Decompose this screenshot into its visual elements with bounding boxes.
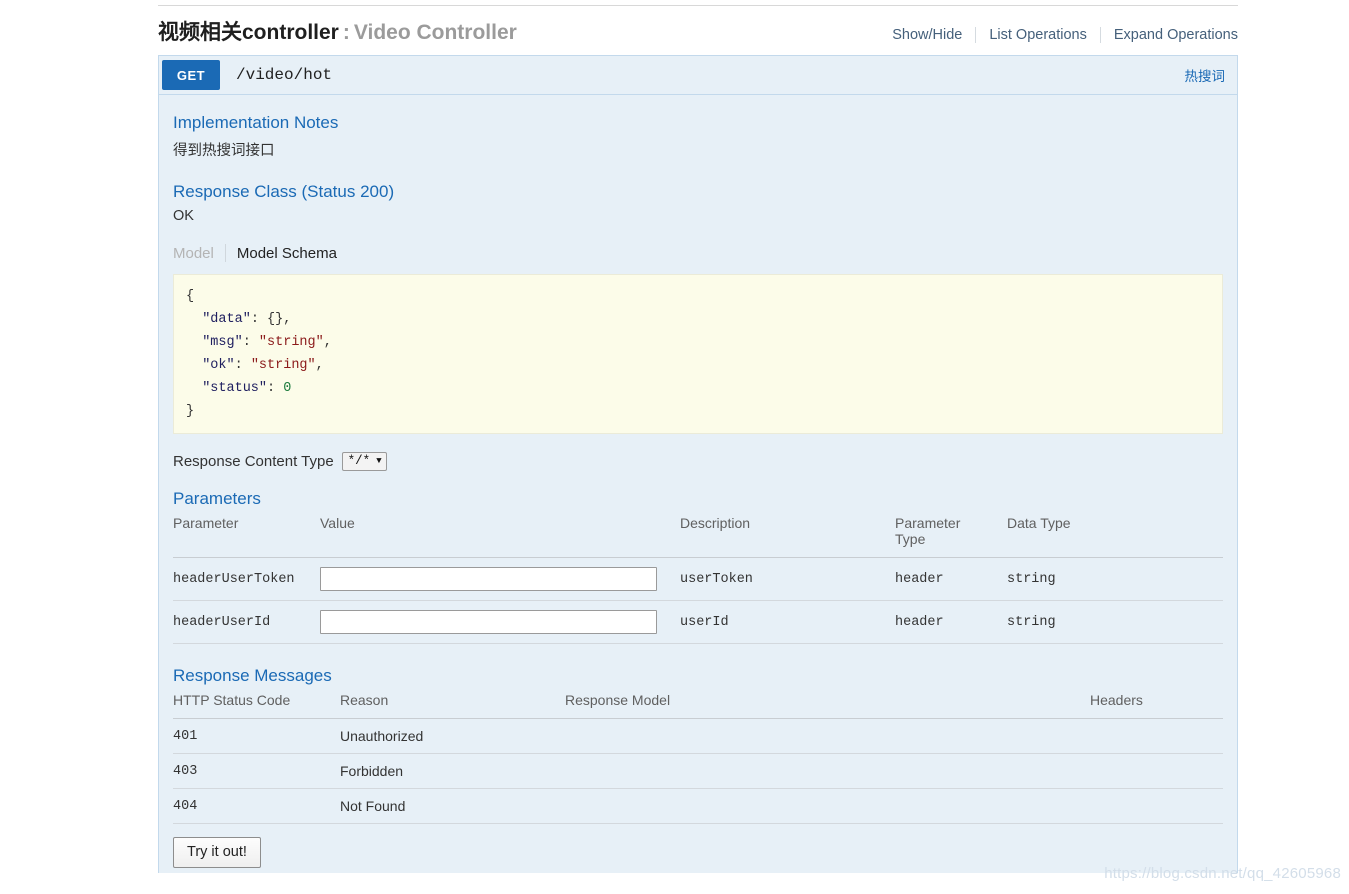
response-model — [565, 753, 1090, 790]
col-header-data-type: Data Type — [1007, 515, 1223, 559]
parameter-name: headerUserToken — [173, 557, 320, 602]
model-tabs: Model Model Schema — [173, 244, 1223, 263]
col-header-parameter-type-line2: Type — [895, 531, 926, 548]
parameters-header-row: Parameter Value Description Parameter Ty… — [173, 515, 1223, 559]
response-reason: Forbidden — [340, 753, 565, 790]
resource-title[interactable]: 视频相关controller: Video Controller — [158, 20, 517, 45]
tab-model[interactable]: Model — [173, 245, 225, 262]
operation-content: Implementation Notes 得到热搜词接口 Response Cl… — [159, 95, 1237, 874]
parameters-table: Parameter Value Description Parameter Ty… — [173, 515, 1223, 645]
response-status-code: 404 — [173, 788, 340, 825]
col-header-description: Description — [680, 515, 895, 559]
table-row: 404 Not Found — [173, 788, 1223, 825]
parameters-table-body: headerUserToken userToken header string head… — [173, 557, 1223, 645]
response-class-status-text: OK — [173, 208, 194, 225]
response-reason: Unauthorized — [340, 718, 565, 755]
model-schema-code-block[interactable]: { "data": {}, "msg": "string", "ok": "st… — [173, 274, 1223, 435]
parameter-data-type: string — [1007, 557, 1223, 602]
col-header-response-model: Response Model — [565, 692, 1090, 720]
try-it-out-button[interactable]: Try it out! — [173, 837, 261, 869]
col-header-reason: Reason — [340, 692, 565, 720]
parameter-value-input[interactable] — [320, 567, 657, 592]
response-class-heading: Response Class (Status 200) — [173, 182, 395, 202]
table-row: headerUserId userId header string — [173, 600, 1223, 645]
resource-title-separator: : — [342, 21, 350, 44]
response-messages-table-head: HTTP Status Code Reason Response Model H… — [173, 692, 1223, 720]
response-headers — [1090, 788, 1223, 825]
list-operations-link[interactable]: List Operations — [976, 27, 1100, 43]
response-content-type-select[interactable]: */* ▼ — [341, 452, 387, 472]
col-header-headers: Headers — [1090, 692, 1223, 720]
table-row: headerUserToken userToken header string — [173, 557, 1223, 602]
resource-tag-name: 视频相关controller — [158, 21, 339, 44]
response-messages-table-body: 401 Unauthorized 403 Forbidden 404 Not Found — [173, 718, 1223, 825]
resource-options: Show/Hide List Operations Expand Operati… — [879, 27, 1238, 43]
show-hide-link[interactable]: Show/Hide — [879, 27, 975, 43]
parameter-value-input[interactable] — [320, 610, 657, 635]
col-header-value: Value — [320, 515, 680, 559]
response-messages-header-row: HTTP Status Code Reason Response Model H… — [173, 692, 1223, 720]
parameters-heading: Parameters — [173, 489, 261, 509]
response-model — [565, 788, 1090, 825]
parameter-value-cell — [320, 557, 680, 602]
http-method-badge[interactable]: GET — [162, 60, 220, 91]
resource-tag-description: Video Controller — [353, 21, 517, 44]
col-header-parameter: Parameter — [173, 515, 320, 559]
parameter-description: userToken — [680, 557, 895, 602]
api-resource-block: 视频相关controller: Video Controller Show/Hid… — [158, 5, 1238, 874]
response-headers — [1090, 753, 1223, 790]
response-headers — [1090, 718, 1223, 755]
response-content-type-label: Response Content Type — [173, 453, 334, 471]
parameter-description: userId — [680, 600, 895, 645]
parameter-type: header — [895, 557, 1007, 602]
col-header-http-status-code: HTTP Status Code — [173, 692, 340, 720]
expand-operations-link[interactable]: Expand Operations — [1101, 27, 1238, 43]
response-model — [565, 718, 1090, 755]
resource-header: 视频相关controller: Video Controller Show/Hid… — [158, 5, 1238, 55]
tab-model-schema[interactable]: Model Schema — [226, 245, 348, 262]
response-messages-table: HTTP Status Code Reason Response Model H… — [173, 692, 1223, 825]
col-header-parameter-type-line1: Parameter — [895, 515, 961, 532]
implementation-notes-heading: Implementation Notes — [173, 113, 339, 133]
response-status-code: 403 — [173, 753, 340, 790]
swagger-page: 视频相关controller: Video Controller Show/Hid… — [0, 0, 1349, 894]
response-content-type-value: */* — [347, 454, 371, 469]
response-reason: Not Found — [340, 788, 565, 825]
operation-summary[interactable]: 热搜词 — [1185, 65, 1226, 85]
parameter-type: header — [895, 600, 1007, 645]
parameters-table-head: Parameter Value Description Parameter Ty… — [173, 515, 1223, 559]
parameters-table-wrapper: Parameter Value Description Parameter Ty… — [173, 515, 1223, 645]
parameter-data-type: string — [1007, 600, 1223, 645]
col-header-parameter-type: Parameter Type — [895, 515, 1007, 559]
operation-get-video-hot: GET /video/hot 热搜词 Implementation Notes … — [158, 55, 1238, 874]
chevron-down-icon: ▼ — [376, 455, 382, 466]
parameter-name: headerUserId — [173, 600, 320, 645]
table-row: 403 Forbidden — [173, 753, 1223, 790]
response-messages-heading: Response Messages — [173, 666, 332, 686]
operation-header-bar[interactable]: GET /video/hot 热搜词 — [159, 56, 1237, 96]
parameter-value-cell — [320, 600, 680, 645]
response-status-code: 401 — [173, 718, 340, 755]
operation-path[interactable]: /video/hot — [220, 66, 1185, 84]
table-row: 401 Unauthorized — [173, 718, 1223, 755]
implementation-notes-text: 得到热搜词接口 — [173, 143, 275, 160]
response-content-type-row: Response Content Type */* ▼ — [173, 452, 1223, 472]
